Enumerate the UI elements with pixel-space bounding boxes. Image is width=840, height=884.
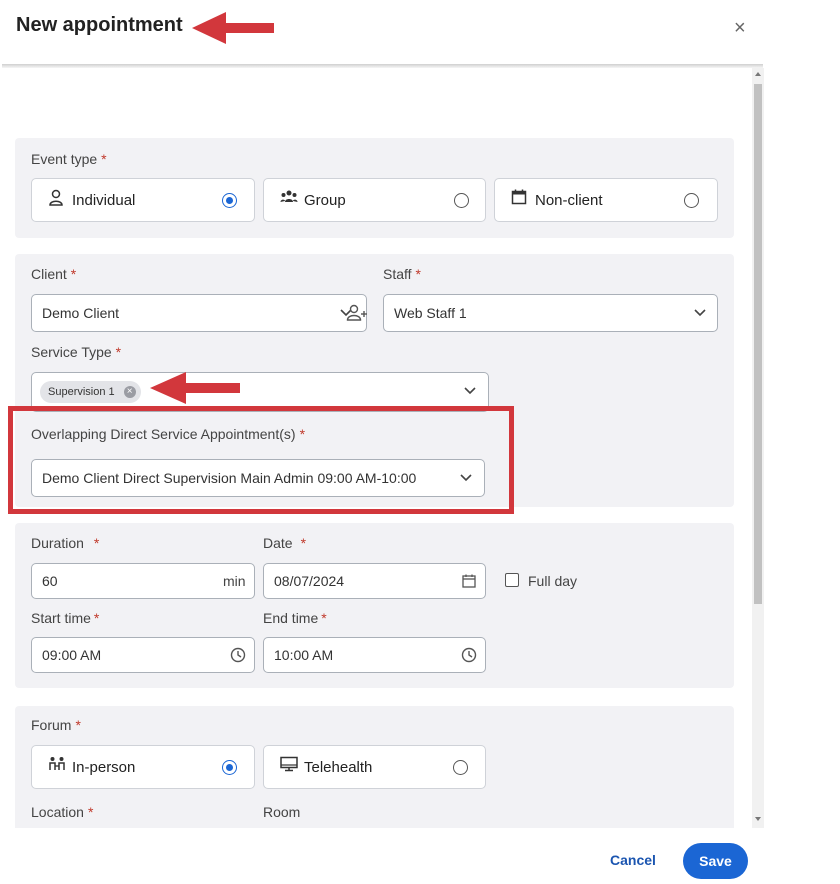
- group-label: Group: [304, 192, 346, 209]
- scrollbar-thumb[interactable]: [754, 84, 762, 604]
- client-value: Demo Client: [42, 305, 120, 321]
- full-day-checkbox[interactable]: [505, 573, 519, 587]
- chevron-down-icon: [464, 387, 476, 395]
- start-time-input[interactable]: 09:00 AM: [31, 637, 255, 673]
- add-client-icon[interactable]: [346, 303, 370, 323]
- dialog-title: New appointment: [16, 14, 183, 36]
- staff-value: Web Staff 1: [394, 305, 467, 321]
- start-time-value: 09:00 AM: [42, 647, 102, 663]
- date-value: 08/07/2024: [274, 573, 345, 589]
- appointment-dialog: New appointment × Event type * Individual…: [0, 0, 840, 884]
- client-select[interactable]: Demo Client: [31, 294, 367, 332]
- date-input[interactable]: 08/07/2024: [263, 563, 486, 599]
- service-type-chip: Supervision 1 ×: [40, 381, 141, 403]
- in-person-radio[interactable]: [222, 760, 237, 775]
- cancel-button[interactable]: Cancel: [610, 852, 656, 868]
- duration-value: 60: [42, 573, 58, 589]
- chevron-down-icon: [694, 309, 706, 317]
- close-icon[interactable]: ×: [734, 18, 750, 38]
- event-type-section: Event type * Individual Group Non-client: [15, 138, 734, 238]
- start-time-label: Start time *: [31, 610, 100, 626]
- annotation-highlight-box: [8, 406, 514, 514]
- event-type-label: Event type *: [31, 151, 107, 167]
- annotation-arrow-icon: [192, 12, 274, 44]
- timing-section: Duration * Date * 60 min 08/07/2024 Full d…: [15, 523, 734, 688]
- scrollbar[interactable]: [752, 68, 764, 828]
- event-type-individual-option[interactable]: Individual: [31, 178, 255, 222]
- event-type-non-client-option[interactable]: Non-client: [494, 178, 718, 222]
- individual-label: Individual: [72, 192, 136, 209]
- clock-icon[interactable]: [230, 647, 246, 663]
- event-type-group-option[interactable]: Group: [263, 178, 486, 222]
- group-icon: [280, 190, 298, 202]
- staff-label: Staff *: [383, 266, 421, 282]
- service-type-chip-label: Supervision 1: [48, 386, 115, 398]
- staff-select[interactable]: Web Staff 1: [383, 294, 718, 332]
- end-time-input[interactable]: 10:00 AM: [263, 637, 486, 673]
- room-label: Room: [263, 804, 301, 820]
- group-radio[interactable]: [454, 193, 469, 208]
- annotation-arrow-icon: [150, 372, 240, 404]
- forum-telehealth-option[interactable]: Telehealth: [263, 745, 486, 789]
- telehealth-radio[interactable]: [453, 760, 468, 775]
- client-label: Client *: [31, 266, 77, 282]
- duration-input[interactable]: 60 min: [31, 563, 255, 599]
- duration-label: Duration *: [31, 535, 100, 551]
- dialog-footer: Cancel Save: [0, 828, 840, 884]
- forum-label: Forum *: [31, 717, 81, 733]
- dialog-header: New appointment ×: [0, 0, 840, 66]
- end-time-label: End time *: [263, 610, 327, 626]
- person-icon: [49, 189, 63, 206]
- forum-in-person-option[interactable]: In-person: [31, 745, 255, 789]
- duration-unit: min: [223, 573, 246, 589]
- in-person-icon: [49, 757, 65, 770]
- telehealth-label: Telehealth: [304, 759, 373, 776]
- end-time-value: 10:00 AM: [274, 647, 334, 663]
- chip-remove-icon[interactable]: ×: [123, 386, 136, 398]
- forum-section: Forum * In-person Telehealth Location * Ro…: [15, 706, 734, 828]
- monitor-icon: [280, 756, 298, 772]
- location-label: Location *: [31, 804, 94, 820]
- scroll-down-icon[interactable]: [755, 817, 761, 821]
- in-person-label: In-person: [72, 759, 136, 776]
- full-day-label: Full day: [528, 573, 578, 589]
- save-button[interactable]: Save: [683, 843, 748, 879]
- scroll-up-icon[interactable]: [755, 72, 761, 76]
- individual-radio[interactable]: [222, 193, 237, 208]
- non-client-radio[interactable]: [684, 193, 699, 208]
- calendar-icon: [511, 189, 527, 205]
- clock-icon[interactable]: [461, 647, 477, 663]
- service-type-label: Service Type *: [31, 344, 122, 360]
- non-client-label: Non-client: [535, 192, 603, 209]
- date-label: Date *: [263, 535, 307, 551]
- calendar-icon[interactable]: [462, 574, 476, 588]
